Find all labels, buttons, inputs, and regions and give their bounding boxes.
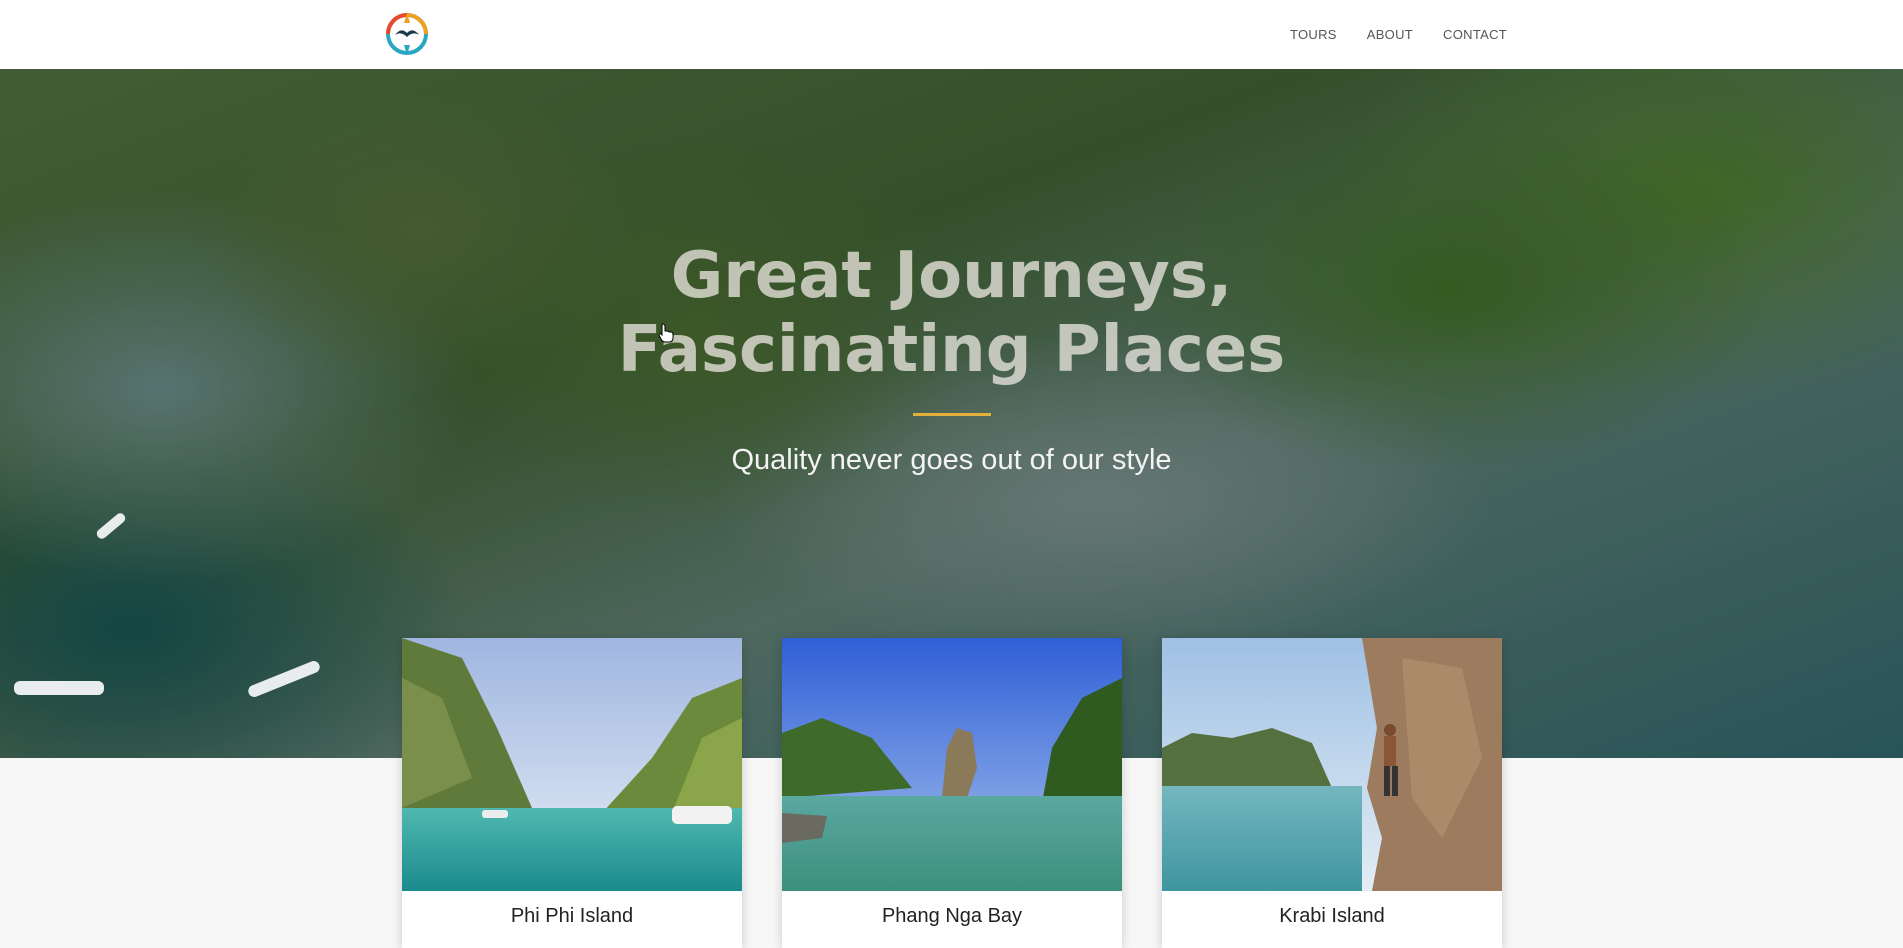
main-nav: TOURS ABOUT CONTACT [1290, 0, 1507, 69]
hero-title-line-1: Great Journeys, [670, 239, 1233, 313]
hero-divider [912, 413, 991, 416]
hero-subtitle: Quality never goes out of our style [731, 444, 1172, 476]
hero-title: Great Journeys, Fascinating Places [0, 239, 1903, 387]
hero-content: Great Journeys, Fascinating Places Quali… [0, 239, 1903, 477]
limestone-rock-bay-photo[interactable] [782, 638, 1122, 891]
boat-decoration [94, 511, 128, 541]
compass-bird-logo-icon[interactable] [384, 11, 430, 57]
nav-link-tours[interactable]: TOURS [1290, 27, 1337, 42]
rock-climber-photo[interactable] [1162, 638, 1502, 891]
tour-card-title[interactable]: Phi Phi Island [402, 891, 742, 941]
hero-title-line-2: Fascinating Places [617, 313, 1286, 387]
navbar: TOURS ABOUT CONTACT [0, 0, 1903, 69]
hand-cursor-icon [658, 323, 674, 347]
tour-card-phi-phi[interactable]: Phi Phi Island [402, 638, 742, 948]
tour-card-title[interactable]: Krabi Island [1162, 891, 1502, 941]
tour-card-krabi[interactable]: Krabi Island [1162, 638, 1502, 948]
tour-card-phang-nga[interactable]: Phang Nga Bay [782, 638, 1122, 948]
tour-card-title[interactable]: Phang Nga Bay [782, 891, 1122, 941]
nav-link-contact[interactable]: CONTACT [1443, 27, 1507, 42]
boat-decoration [246, 659, 322, 699]
lagoon-cliffs-photo[interactable] [402, 638, 742, 891]
boat-decoration [14, 681, 104, 695]
nav-link-about[interactable]: ABOUT [1367, 27, 1413, 42]
